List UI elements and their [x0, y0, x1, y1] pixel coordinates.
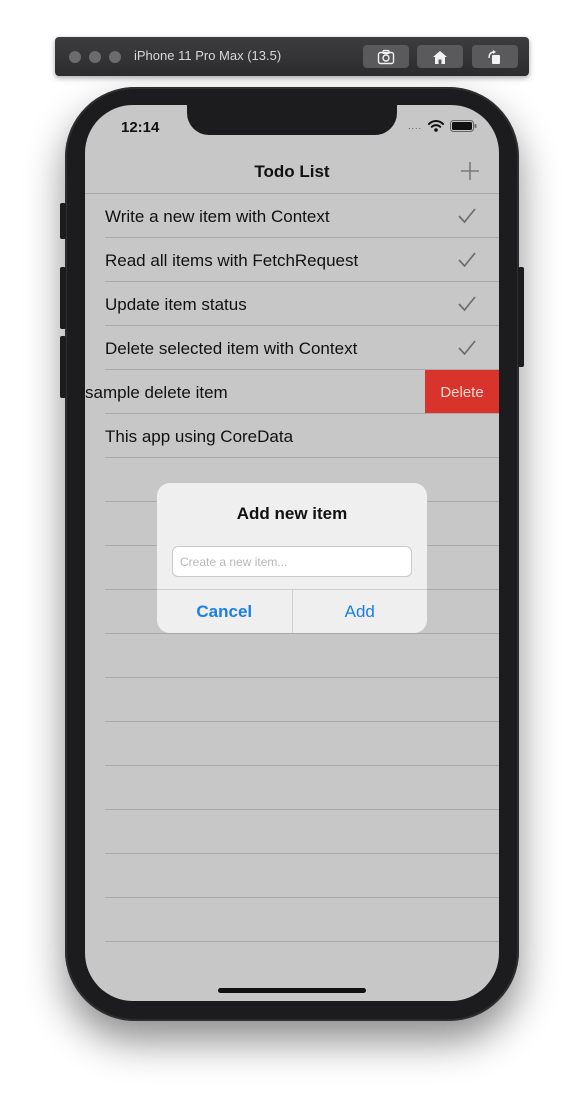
item-label: Update item status	[105, 295, 247, 314]
item-label: This app using CoreData	[105, 427, 294, 446]
plus-icon[interactable]	[459, 160, 481, 182]
home-icon	[433, 50, 447, 64]
status-time: 12:14	[121, 119, 160, 136]
list-item[interactable]: Update item status	[85, 282, 499, 326]
screenshot-button[interactable]	[363, 45, 409, 68]
empty-row	[85, 854, 499, 898]
add-button[interactable]: Add	[293, 590, 428, 633]
navigation-bar: Todo List	[85, 149, 499, 194]
screenshot-icon	[377, 49, 395, 64]
list-item-swiped[interactable]: sample delete item Delete	[85, 370, 499, 414]
item-label: Write a new item with Context	[105, 207, 330, 226]
row-separator	[105, 941, 499, 942]
checkmark-icon	[458, 296, 476, 312]
home-indicator[interactable]	[218, 988, 366, 993]
empty-row	[85, 722, 499, 766]
empty-row	[85, 810, 499, 854]
minimize-window-button[interactable]	[89, 51, 101, 63]
rotate-button[interactable]	[472, 45, 518, 68]
simulator-toolbar: iPhone 11 Pro Max (13.5)	[55, 37, 529, 76]
power-button	[518, 267, 524, 367]
signal-icon: ....	[407, 121, 422, 131]
battery-icon	[450, 120, 477, 132]
item-label: sample delete item	[85, 383, 228, 402]
cancel-button[interactable]: Cancel	[157, 590, 293, 633]
home-button[interactable]	[417, 45, 463, 68]
list-item[interactable]: Delete selected item with Context	[85, 326, 499, 370]
list-item[interactable]: Write a new item with Context	[85, 194, 499, 238]
notch	[187, 105, 397, 135]
delete-button[interactable]: Delete	[425, 370, 499, 414]
checkmark-icon	[458, 340, 476, 356]
rotate-icon	[488, 49, 500, 64]
item-label: Delete selected item with Context	[105, 339, 358, 358]
volume-down-button	[60, 336, 66, 398]
wifi-icon	[428, 120, 444, 132]
empty-row	[85, 678, 499, 722]
checkmark-icon	[458, 208, 476, 224]
alert-title: Add new item	[236, 504, 348, 523]
alert-actions: Cancel Add	[157, 589, 427, 633]
list-item[interactable]: This app using CoreData	[85, 414, 499, 458]
mute-switch	[60, 203, 66, 239]
item-label: Read all items with FetchRequest	[105, 251, 359, 270]
empty-row	[85, 634, 499, 678]
status-icons: ....	[408, 120, 477, 132]
simulator-title: iPhone 11 Pro Max (13.5)	[134, 48, 282, 63]
empty-row	[85, 898, 499, 942]
page-title: Todo List	[254, 162, 330, 181]
volume-up-button	[60, 267, 66, 329]
add-item-alert: Add new item Cancel Add	[157, 483, 427, 633]
list-item[interactable]: Read all items with FetchRequest	[85, 238, 499, 282]
empty-row	[85, 766, 499, 810]
checkmark-icon	[458, 252, 476, 268]
zoom-window-button[interactable]	[109, 51, 121, 63]
new-item-input[interactable]	[172, 546, 412, 577]
close-window-button[interactable]	[69, 51, 81, 63]
